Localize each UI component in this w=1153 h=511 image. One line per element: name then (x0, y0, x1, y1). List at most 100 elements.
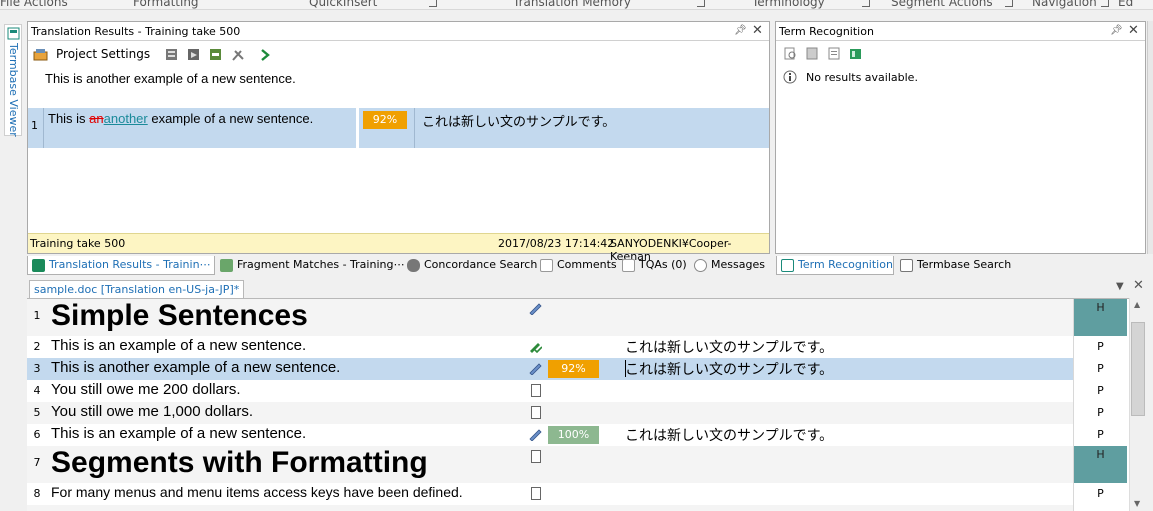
result-source-cell[interactable]: 1 This is ananother example of a new sen… (28, 108, 356, 148)
translation-memory-launcher-icon[interactable] (697, 0, 705, 7)
term-pin-icon[interactable]: 📌︎ (1110, 25, 1123, 36)
project-settings-button[interactable]: Project Settings (56, 47, 150, 61)
tab-term-recognition[interactable]: Term Recognition (776, 256, 894, 275)
tab-messages[interactable]: Messages (690, 256, 768, 275)
navigation-launcher-icon[interactable] (1101, 0, 1109, 7)
translation-results-tab-icon (32, 259, 45, 272)
not-translated-icon (531, 384, 541, 397)
table-row[interactable]: 6 This is an example of a new sentence. … (27, 424, 1104, 446)
result-target-cell[interactable]: 92% これは新しい文のサンプルです。 (359, 108, 769, 148)
ribbon: File Actions Formatting QuickInsert Tran… (0, 0, 1153, 10)
row-number: 3 (33, 362, 41, 375)
result-src-deleted: an (89, 111, 104, 126)
ribbon-group-quickinsert[interactable]: QuickInsert (309, 0, 377, 9)
translation-results-toolbar: Project Settings (28, 44, 769, 66)
termbase-icon[interactable] (849, 47, 863, 61)
ribbon-group-editing[interactable]: Ed (1118, 0, 1133, 9)
messages-tab-icon (694, 259, 707, 272)
next-arrow-icon[interactable] (259, 48, 271, 62)
info-icon (783, 70, 797, 84)
result-src-prefix: This is (48, 111, 90, 126)
tm-add-icon[interactable] (209, 48, 223, 62)
result-target-text: これは新しい文のサンプルです。 (422, 115, 616, 130)
ribbon-group-translation-memory[interactable]: Translation Memory (513, 0, 631, 9)
table-row-partial (27, 505, 1073, 511)
tm-timestamp: 2017/08/23 17:14:42 (498, 237, 615, 250)
close-icon[interactable]: ✕ (752, 23, 763, 38)
doc-close-icon[interactable]: ✕ (1133, 278, 1144, 293)
term-list-icon[interactable] (828, 47, 842, 61)
tm-status-bar: Training take 500 2017/08/23 17:14:42 SA… (28, 233, 769, 263)
table-row-selected[interactable]: 3 This is another example of a new sente… (27, 358, 1127, 380)
right-edge-strip (1147, 21, 1153, 254)
status-cell: H (1074, 299, 1127, 336)
translation-results-title: Translation Results - Training take 500 … (28, 22, 769, 41)
source-cell[interactable]: Simple Sentences (51, 299, 308, 333)
not-translated-icon (531, 406, 541, 419)
target-cell[interactable]: これは新しい文のサンプルです。 (625, 337, 833, 357)
row-number: 4 (33, 384, 41, 397)
table-row[interactable]: 1 Simple Sentences H (27, 299, 1127, 336)
text-cursor (625, 360, 626, 377)
quickinsert-launcher-icon[interactable] (429, 0, 437, 7)
target-cell[interactable]: これは新しい文のサンプルです。 (625, 359, 833, 379)
ribbon-group-formatting[interactable]: Formatting (133, 0, 199, 9)
row-number: 7 (33, 456, 41, 469)
no-results-message: No results available. (806, 71, 918, 84)
tab-term-recognition-label: Term Recognition (798, 258, 893, 271)
source-cell[interactable]: You still owe me 200 dollars. (51, 381, 241, 398)
source-cell[interactable]: This is another example of a new sentenc… (51, 359, 340, 376)
doc-list-dropdown-icon[interactable]: ▼ (1116, 281, 1124, 292)
project-settings-icon (33, 49, 48, 61)
tab-tqas[interactable]: TQAs (0) (618, 256, 690, 275)
term-recognition-title: Term Recognition 📌︎ ✕ (776, 22, 1145, 41)
result-source-diff: This is ananother example of a new sente… (48, 111, 313, 126)
row-number: 1 (33, 309, 41, 322)
pin-icon[interactable]: 📌︎ (734, 25, 747, 36)
match-badge: 100% (548, 426, 599, 444)
terminology-launcher-icon[interactable] (862, 0, 870, 7)
table-row[interactable]: 7 Segments with Formatting H (27, 446, 1127, 483)
tab-tqas-label: TQAs (0) (639, 258, 687, 271)
result-match-badge: 92% (363, 111, 407, 129)
tab-translation-results[interactable]: Translation Results - Trainin⋯ (27, 256, 215, 275)
term-search-icon[interactable] (784, 47, 798, 61)
tab-termbase-search[interactable]: Termbase Search (896, 256, 1014, 275)
tab-fragment-matches[interactable]: Fragment Matches - Training⋯ (216, 256, 407, 275)
segment-actions-launcher-icon[interactable] (1005, 0, 1013, 7)
tm-apply-icon[interactable] (165, 48, 179, 62)
tm-tools-icon[interactable] (231, 48, 245, 62)
source-cell[interactable]: Segments with Formatting (51, 446, 428, 480)
tm-insert-icon[interactable] (187, 48, 201, 62)
ribbon-group-terminology[interactable]: Terminology (752, 0, 825, 9)
scrollbar-thumb[interactable] (1131, 322, 1145, 416)
source-cell[interactable]: This is an example of a new sentence. (51, 337, 306, 354)
scroll-up-arrow-icon[interactable]: ▲ (1134, 300, 1140, 309)
edited-pencil-icon (529, 303, 542, 315)
source-cell[interactable]: You still owe me 1,000 dollars. (51, 403, 253, 420)
table-row[interactable]: 2 This is an example of a new sentence. … (27, 336, 1104, 358)
status-cell: P (1097, 340, 1104, 353)
table-row[interactable]: 8 For many menus and menu items access k… (27, 483, 1104, 505)
not-translated-icon (531, 450, 541, 463)
tab-comments[interactable]: Comments (536, 256, 620, 275)
translation-results-title-text: Translation Results - Training take 500 (31, 25, 241, 38)
editor-scrollbar[interactable]: ▲ ▼ (1129, 298, 1146, 511)
target-cell[interactable]: これは新しい文のサンプルです。 (625, 425, 833, 445)
termbase-viewer-tab[interactable]: Termbase Viewer (4, 24, 22, 137)
ribbon-group-file-actions[interactable]: File Actions (0, 0, 68, 9)
tqas-tab-icon (622, 259, 635, 272)
term-add-icon[interactable] (806, 47, 820, 61)
result-index: 1 (31, 119, 38, 132)
term-close-icon[interactable]: ✕ (1128, 23, 1139, 38)
tab-concordance-search[interactable]: Concordance Search (403, 256, 540, 275)
source-cell[interactable]: For many menus and menu items access key… (51, 484, 463, 500)
translated-pencil-check-icon (530, 343, 542, 353)
ribbon-group-navigation[interactable]: Navigation (1032, 0, 1097, 9)
scroll-down-arrow-icon[interactable]: ▼ (1134, 499, 1140, 508)
table-row[interactable]: 4 You still owe me 200 dollars. P (27, 380, 1104, 402)
ribbon-group-segment-actions[interactable]: Segment Actions (891, 0, 993, 9)
source-cell[interactable]: This is an example of a new sentence. (51, 425, 306, 442)
table-row[interactable]: 5 You still owe me 1,000 dollars. P (27, 402, 1104, 424)
document-tab[interactable]: sample.doc [Translation en-US-ja-JP]* (29, 280, 245, 298)
